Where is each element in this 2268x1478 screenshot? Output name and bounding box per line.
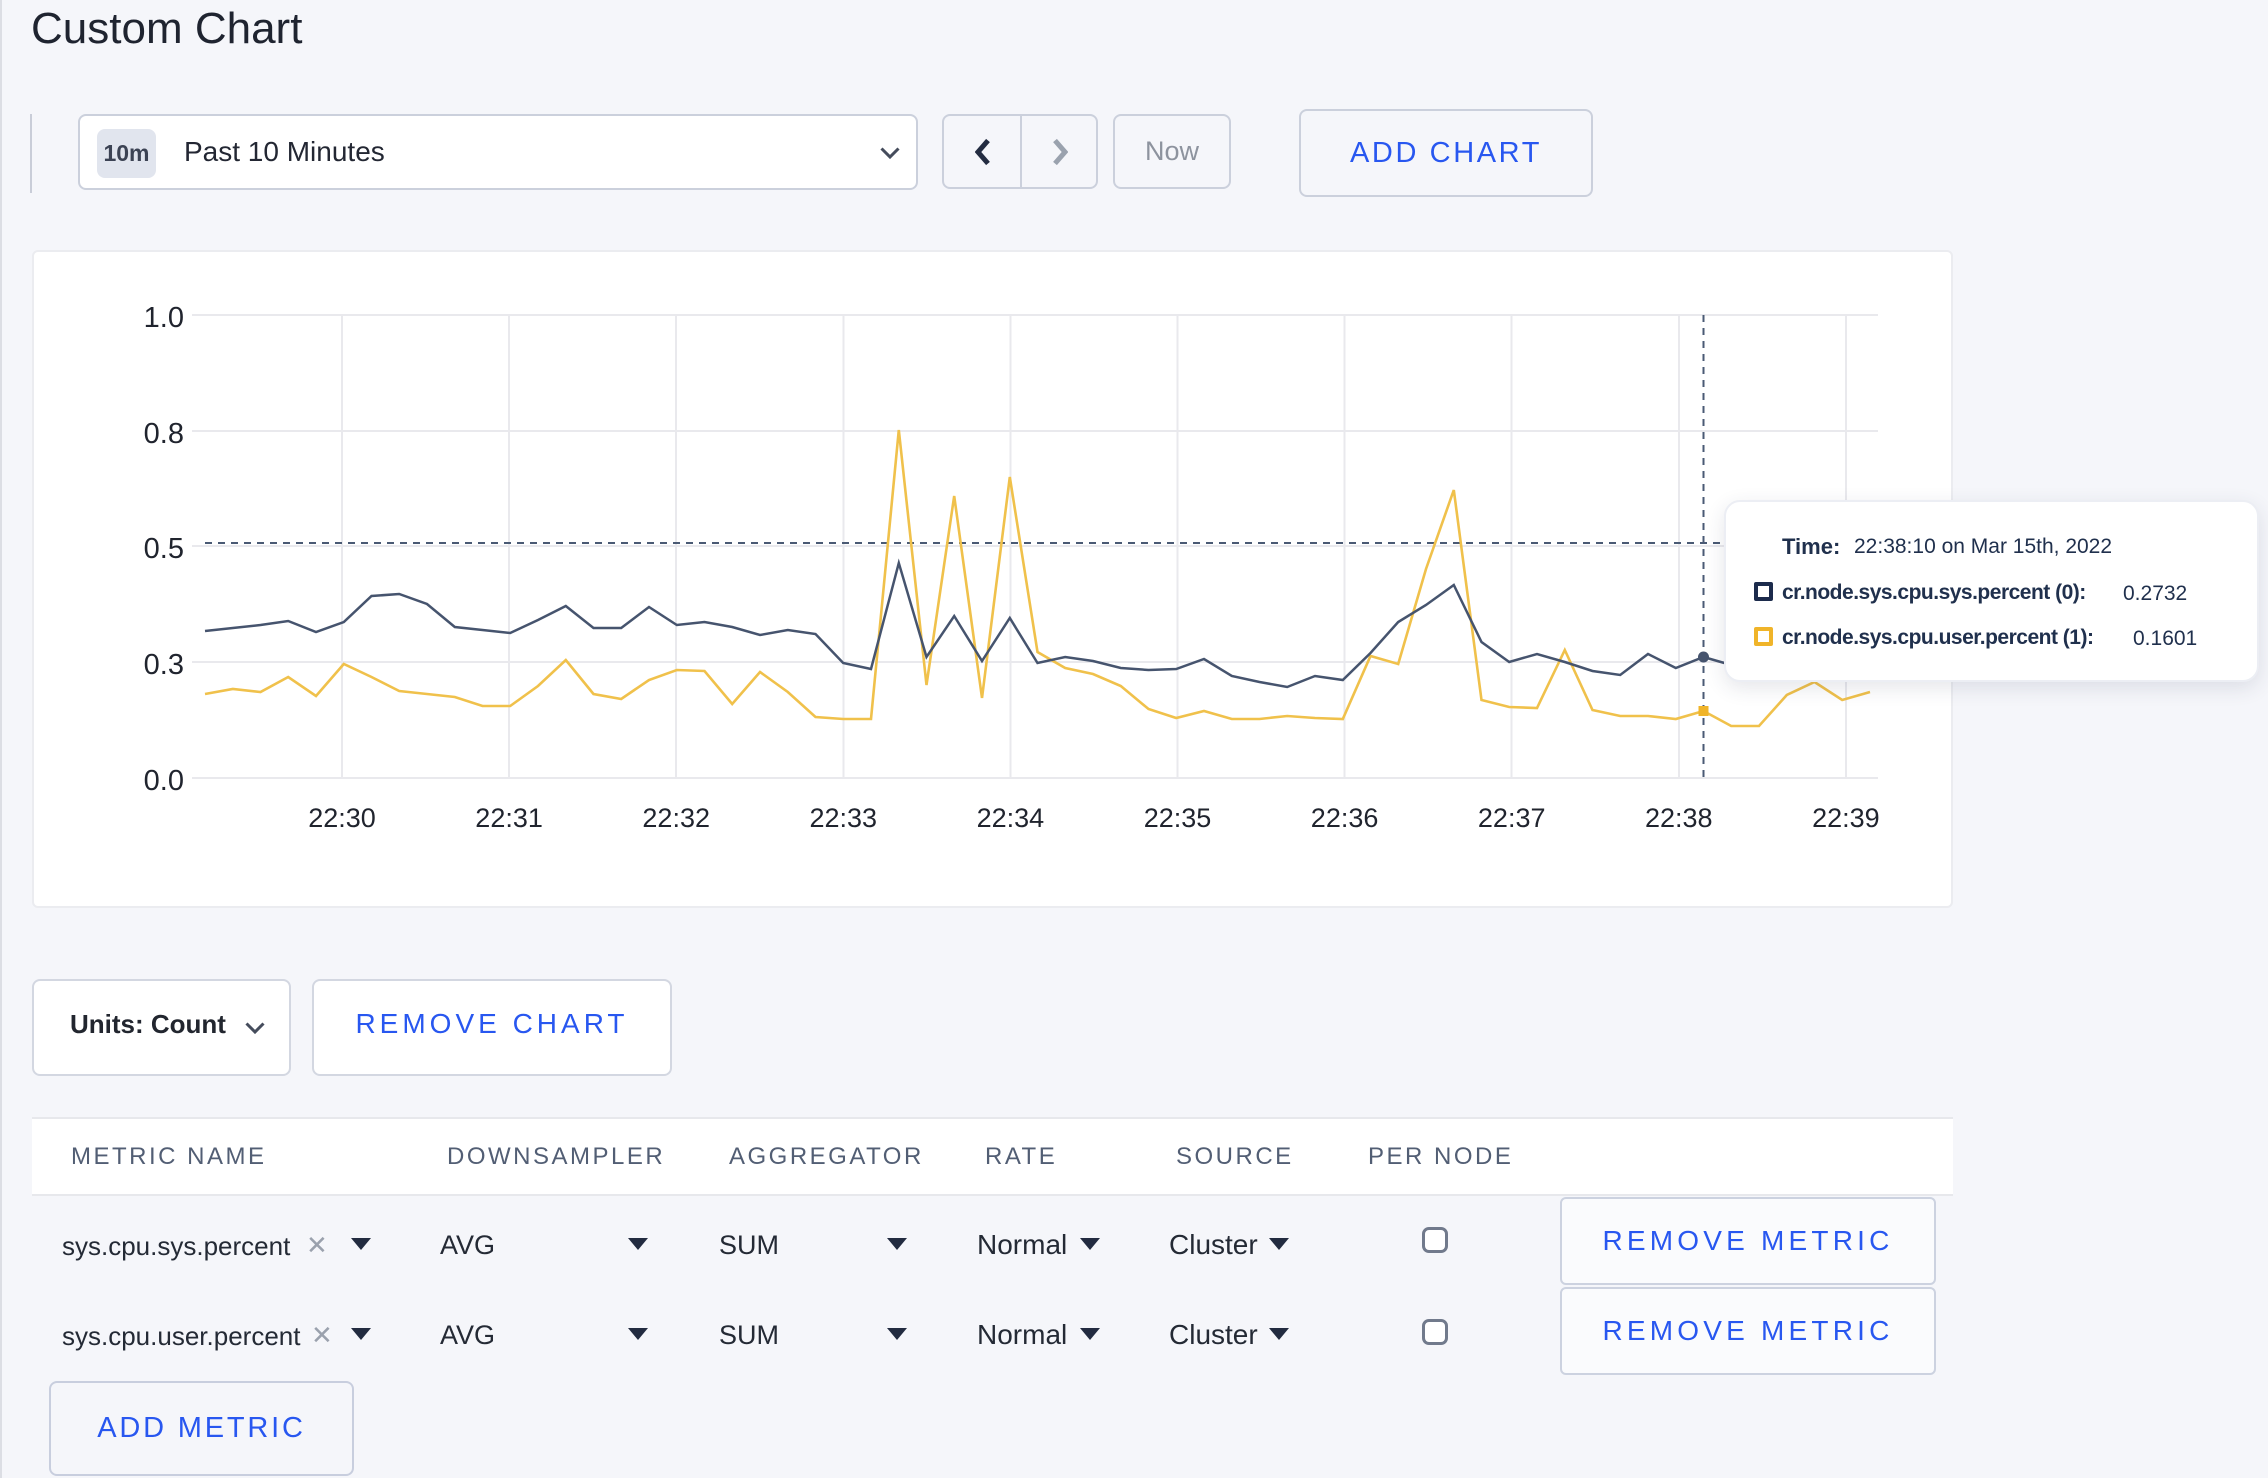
svg-text:22:35: 22:35 bbox=[1144, 803, 1212, 833]
svg-text:0.3: 0.3 bbox=[144, 649, 184, 681]
svg-text:0.0: 0.0 bbox=[144, 765, 184, 797]
svg-text:22:34: 22:34 bbox=[977, 803, 1045, 833]
svg-text:22:38: 22:38 bbox=[1645, 803, 1713, 833]
svg-text:0.8: 0.8 bbox=[144, 418, 184, 450]
svg-text:22:36: 22:36 bbox=[1311, 803, 1379, 833]
svg-text:22:39: 22:39 bbox=[1812, 803, 1880, 833]
svg-text:22:32: 22:32 bbox=[642, 803, 710, 833]
svg-text:22:33: 22:33 bbox=[810, 803, 878, 833]
svg-text:1.0: 1.0 bbox=[144, 302, 184, 334]
svg-text:22:31: 22:31 bbox=[475, 803, 543, 833]
svg-text:0.5: 0.5 bbox=[144, 533, 184, 565]
svg-text:22:37: 22:37 bbox=[1478, 803, 1546, 833]
svg-text:22:30: 22:30 bbox=[308, 803, 376, 833]
